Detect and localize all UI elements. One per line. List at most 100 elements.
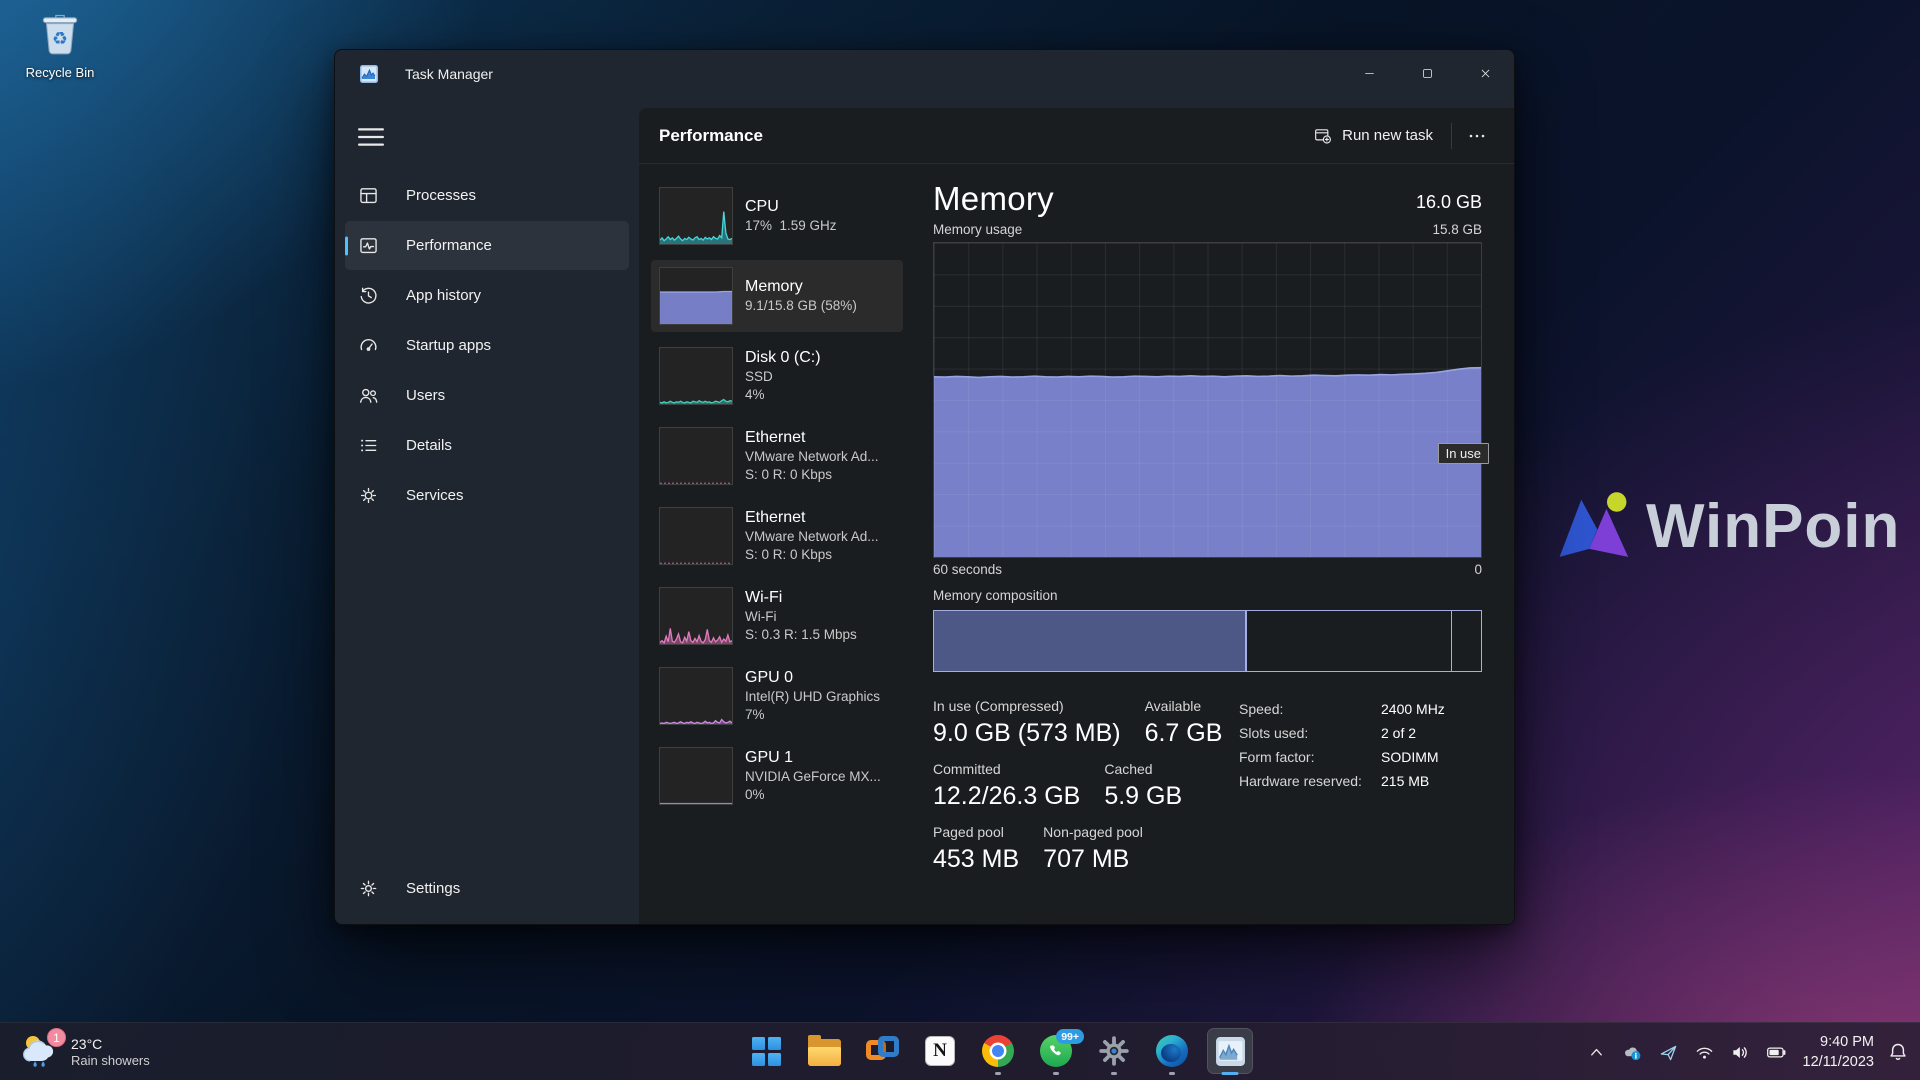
run-new-task-label: Run new task (1342, 127, 1433, 144)
edge-icon (1156, 1035, 1188, 1067)
ethernet-1-mini-chart (659, 427, 733, 485)
perf-item-title: GPU 0 (745, 668, 880, 688)
taskbar-app-chrome[interactable] (975, 1026, 1021, 1076)
sidebar-nav: ProcessesPerformanceApp historyStartup a… (335, 170, 639, 521)
memory-composition-bar[interactable] (933, 610, 1482, 672)
perf-item-sub: 0% (745, 786, 881, 804)
perf-item-sub: SSD (745, 368, 821, 386)
perf-item-wi-fi[interactable]: Wi-FiWi-FiS: 0.3 R: 1.5 Mbps (651, 580, 903, 652)
performance-icon (358, 235, 379, 256)
content-header: Performance Run new task (639, 108, 1514, 164)
memory-stat: Available6.7 GB (1145, 698, 1223, 748)
onedrive-icon[interactable] (1621, 1040, 1645, 1064)
taskbar-app-notion[interactable]: N (917, 1026, 963, 1076)
perf-item-title: Ethernet (745, 428, 879, 448)
perf-item-sub: Wi-Fi (745, 608, 857, 626)
sidebar-item-services[interactable]: Services (345, 471, 629, 520)
taskbar-app-whatsapp[interactable]: 99+ (1033, 1026, 1079, 1076)
more-options-button[interactable] (1460, 121, 1494, 151)
memory-composition-label: Memory composition (933, 588, 1482, 603)
memory-stat: In use (Compressed)9.0 GB (573 MB) (933, 698, 1121, 748)
clock[interactable]: 9:40 PM 12/11/2023 (1803, 1032, 1875, 1073)
menu-toggle-button[interactable] (351, 120, 391, 154)
perf-list: CPU17% 1.59 GHz Memory9.1/15.8 GB (58%) … (651, 180, 903, 925)
details-icon (358, 435, 379, 456)
taskbar-app-vmware[interactable] (859, 1026, 905, 1076)
titlebar[interactable]: Task Manager (335, 50, 1514, 98)
perf-item-gpu-0[interactable]: GPU 0Intel(R) UHD Graphics7% (651, 660, 903, 732)
new-task-icon (1313, 126, 1332, 145)
perf-item-title: Memory (745, 277, 857, 297)
taskbar-app-file-explorer[interactable] (801, 1026, 847, 1076)
sidebar-item-users[interactable]: Users (345, 371, 629, 420)
settings-gear-icon (1098, 1035, 1130, 1067)
hw-spec-row: Speed:2400 MHz (1239, 701, 1445, 717)
taskbar-app-settings[interactable] (1091, 1026, 1137, 1076)
whatsapp-badge: 99+ (1056, 1029, 1084, 1044)
perf-item-disk-0[interactable]: Disk 0 (C:)SSD4% (651, 340, 903, 412)
perf-item-sub: 7% (745, 706, 880, 724)
watermark: WinPoin (1550, 486, 1900, 566)
run-new-task-button[interactable]: Run new task (1303, 120, 1443, 151)
chevron-up-icon[interactable] (1585, 1040, 1609, 1064)
notifications-bell-icon[interactable] (1884, 1038, 1912, 1066)
maximize-button[interactable] (1398, 50, 1456, 96)
memory-usage-graph[interactable]: In use (933, 242, 1482, 558)
perf-item-sub: 4% (745, 386, 821, 404)
perf-item-cpu[interactable]: CPU17% 1.59 GHz (651, 180, 903, 252)
hw-spec-row: Hardware reserved:215 MB (1239, 773, 1445, 789)
hw-spec-row: Slots used:2 of 2 (1239, 725, 1445, 741)
minimize-button[interactable] (1340, 50, 1398, 96)
memory-stat: Paged pool453 MB (933, 824, 1019, 874)
chrome-icon (982, 1035, 1014, 1067)
recycle-bin[interactable]: ♻ Recycle Bin (16, 10, 104, 80)
settings-gear-icon (358, 878, 379, 899)
volume-icon[interactable] (1729, 1040, 1753, 1064)
ethernet-2-mini-chart (659, 507, 733, 565)
composition-divider (1451, 611, 1452, 671)
sidebar-item-settings[interactable]: Settings (345, 864, 629, 913)
perf-item-title: CPU (745, 197, 837, 217)
running-indicator (995, 1072, 1001, 1075)
perf-item-ethernet-1[interactable]: EthernetVMware Network Ad...S: 0 R: 0 Kb… (651, 420, 903, 492)
memory-stat: Non-paged pool707 MB (1043, 824, 1143, 874)
memory-title: Memory (933, 180, 1054, 218)
sidebar-item-performance[interactable]: Performance (345, 221, 629, 270)
taskbar-app-task-manager[interactable] (1207, 1026, 1253, 1076)
battery-icon[interactable] (1765, 1040, 1789, 1064)
running-indicator (1169, 1072, 1175, 1075)
taskbar-app-edge[interactable] (1149, 1026, 1195, 1076)
close-button[interactable] (1456, 50, 1514, 96)
desktop: ♻ Recycle Bin WinPoin Task Manager (0, 0, 1920, 1080)
running-indicator (1053, 1072, 1059, 1075)
weather-notification-badge: 1 (47, 1028, 66, 1047)
taskbar-app-start[interactable] (743, 1026, 789, 1076)
running-indicator (1111, 1072, 1117, 1075)
recycle-bin-icon: ♻ (36, 10, 84, 58)
sidebar-item-startup-apps[interactable]: Startup apps (345, 321, 629, 370)
cpu-mini-chart (659, 187, 733, 245)
weather-widget[interactable]: 1 23°C Rain showers (8, 1023, 160, 1080)
memory-stats-left: In use (Compressed)9.0 GB (573 MB) Availa… (933, 698, 1222, 887)
sidebar-item-details[interactable]: Details (345, 421, 629, 470)
sidebar-item-app-history[interactable]: App history (345, 271, 629, 320)
perf-item-sub: S: 0.3 R: 1.5 Mbps (745, 626, 857, 644)
wifi-icon[interactable] (1693, 1040, 1717, 1064)
perf-item-title: Disk 0 (C:) (745, 348, 821, 368)
perf-item-gpu-1[interactable]: GPU 1NVIDIA GeForce MX...0% (651, 740, 903, 812)
quick-share-icon[interactable] (1657, 1040, 1681, 1064)
perf-item-ethernet-2[interactable]: EthernetVMware Network Ad...S: 0 R: 0 Kb… (651, 500, 903, 572)
clock-date: 12/11/2023 (1803, 1052, 1875, 1072)
window-title: Task Manager (405, 66, 493, 82)
weather-rain-icon: 1 (18, 1030, 62, 1074)
active-indicator (1222, 1072, 1239, 1075)
sidebar-settings-slot: Settings (335, 863, 639, 914)
perf-item-memory[interactable]: Memory9.1/15.8 GB (58%) (651, 260, 903, 332)
memory-usage-graph-svg (934, 243, 1481, 557)
weather-temp: 23°C (71, 1036, 150, 1052)
users-icon (358, 385, 379, 406)
perf-item-title: GPU 1 (745, 748, 881, 768)
memory-stat: Committed12.2/26.3 GB (933, 761, 1080, 811)
taskbar: 1 23°C Rain showers N 99+ 9:40 PM 12/11/2… (0, 1022, 1920, 1080)
sidebar-item-processes[interactable]: Processes (345, 171, 629, 220)
